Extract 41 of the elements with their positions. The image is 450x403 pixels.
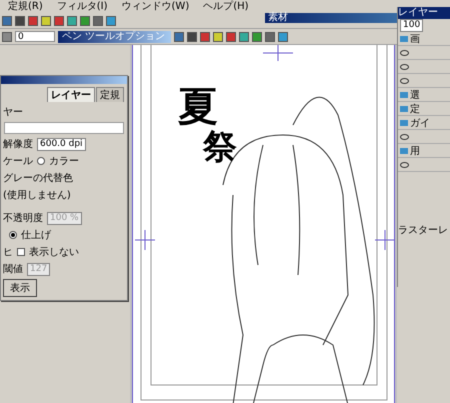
panel-title: ペン ツールオプション (58, 30, 171, 42)
panel-title: レイヤー (398, 7, 450, 19)
threshold-label: 閾値 (3, 263, 23, 276)
section-label: ヤー (3, 106, 23, 119)
layer-type-label: ラスターレ (398, 224, 449, 238)
resolution-label: 解像度 (3, 138, 33, 151)
radio-button[interactable] (9, 231, 17, 239)
radio-label: カラー (49, 155, 79, 168)
checkbox[interactable] (17, 248, 25, 256)
scale-label: ケール (3, 155, 33, 168)
layer-folder[interactable]: 選 (398, 88, 450, 102)
checkbox-label: 表示しない (29, 246, 79, 259)
tab[interactable]: 定規 (96, 87, 124, 102)
tab[interactable]: レイヤー (47, 87, 95, 102)
calligraphy-character: 祭 (203, 129, 237, 166)
layer-folder[interactable]: 画 (398, 32, 450, 46)
substitute-value: (使用しません) (3, 189, 71, 202)
folder-icon (400, 148, 408, 154)
layer-folder[interactable]: 定 (398, 102, 450, 116)
menu-item[interactable]: ウィンドウ(W) (122, 0, 190, 13)
menu-item[interactable]: フィルタ(I) (56, 0, 108, 13)
menu-item[interactable]: 定規(R) (8, 0, 43, 13)
layer-folder[interactable]: ガイ (398, 116, 450, 130)
name-field[interactable] (4, 122, 124, 134)
menu-item[interactable]: ヘルプ(H) (203, 0, 249, 13)
eye-icon[interactable] (400, 162, 409, 168)
option-label: ヒ (3, 246, 13, 259)
number-field[interactable]: 0 (15, 31, 55, 42)
eye-icon[interactable] (400, 134, 409, 140)
layer-folder[interactable]: 用 (398, 144, 450, 158)
zoom-field[interactable]: 100 (400, 19, 424, 32)
substitute-setting-label: グレーの代替色 (3, 172, 73, 185)
folder-icon (400, 36, 408, 42)
radio-button[interactable] (37, 157, 45, 165)
calligraphy-character: 夏 (178, 85, 218, 129)
opacity-label: 不透明度 (3, 212, 43, 225)
panel-title-bar[interactable] (1, 76, 127, 84)
radio-label: 仕上げ (21, 228, 51, 242)
show-button[interactable]: 表示 (3, 279, 37, 297)
resolution-field[interactable]: 600.0 dpi (37, 138, 86, 150)
crosshair-mark (134, 230, 156, 250)
